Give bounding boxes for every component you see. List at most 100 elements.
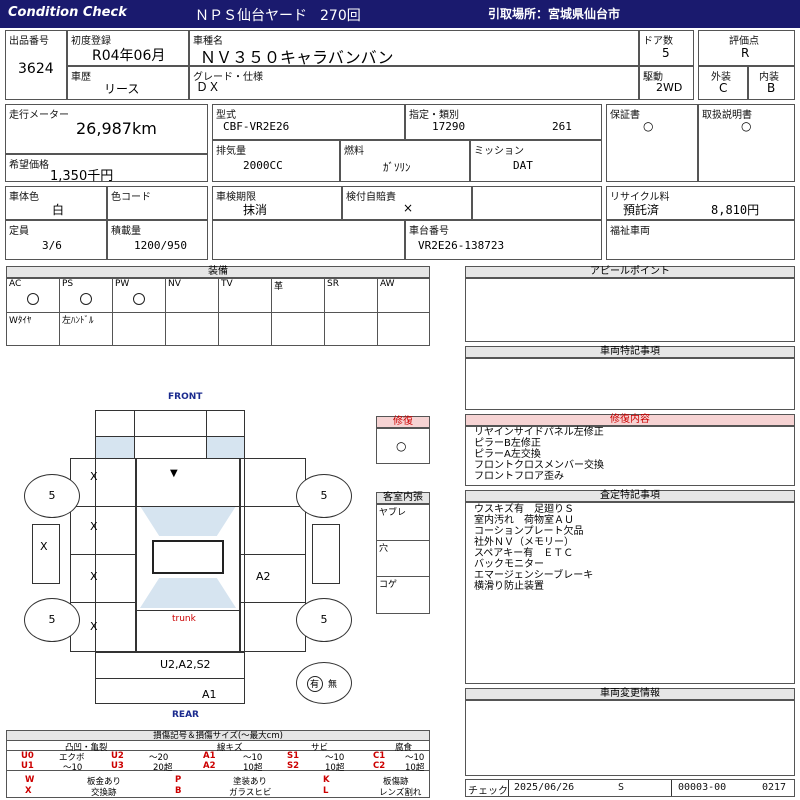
price-label: 希望価格 [9, 160, 49, 171]
capacity-value: 3/6 [42, 239, 62, 252]
disp-value: 2000CC [243, 159, 283, 172]
check-divider-2 [671, 780, 672, 796]
tire-front-left: 5 [24, 474, 80, 518]
mission-label: ミッション [474, 146, 524, 157]
legend-row-3: W 板金あり P 塗装あり K 板傷跡 [7, 775, 429, 787]
legend-text: 交換跡 [91, 788, 117, 798]
equip-cell-aw: AW [378, 279, 430, 313]
history-label: 車歴 [71, 72, 91, 83]
repair-flag-box: ○ [376, 428, 430, 464]
load-box: 積載量 1200/950 [107, 220, 208, 260]
load-value: 1200/950 [134, 239, 187, 252]
repair-title-text: 修復内容 [610, 414, 650, 425]
check-bar: チェック 2025/06/26 S 00003-00 0217 [465, 779, 795, 797]
inspect-box: ウスキズ有 足廻りＳ 室内汚れ 荷物室ＡＵ コーションプレート欠品 社外ＮＶ（メ… [465, 502, 795, 684]
manual-box: 取扱説明書 ○ [698, 104, 795, 182]
odo-value: 26,987km [76, 119, 157, 138]
mission-value: DAT [513, 159, 533, 172]
recycle-box: リサイクル料 預託済 8,810円 [606, 186, 795, 220]
legend-code: U3 [111, 761, 124, 771]
inspect-item: エマージェンシーブレーキ [474, 570, 594, 581]
trunk-label: trunk [172, 614, 196, 624]
change-title: 車両変更情報 [465, 688, 795, 700]
fuel-box: 燃料 ｶﾞｿﾘﾝ [340, 140, 470, 182]
equip-cell-e4 [272, 313, 325, 346]
welfare-box: 福祉車両 [606, 220, 795, 260]
inspect-item: スペアキー有 ＥＴＣ [474, 548, 574, 559]
repair-item: ピラーA左交換 [474, 449, 541, 460]
equip-mark-ac [27, 293, 39, 305]
colorcode-label: 色コード [111, 192, 151, 203]
right-mirror [312, 524, 340, 584]
inspect-item: 横滑り防止装置 [474, 581, 544, 592]
sheet-title: Condition Check [8, 5, 127, 20]
appeal-title: アピールポイント [465, 266, 795, 278]
warranty-label: 保証書 [610, 110, 640, 121]
legend-text: 10超 [405, 763, 425, 773]
fuel-label: 燃料 [344, 146, 364, 157]
right-div-1 [240, 506, 306, 507]
doors-value: 5 [662, 46, 670, 60]
repair-title: 修復内容 [465, 414, 795, 426]
equip-label-pw: PW [115, 279, 130, 289]
cabin-cell: 穴 [377, 541, 429, 577]
session-number: 270回 [320, 8, 361, 24]
front-label: FRONT [168, 392, 203, 402]
insurance-value: × [403, 201, 414, 215]
legend-code: U1 [21, 761, 34, 771]
legend-code: W [25, 775, 35, 785]
cabin-box: ヤブレ 穴 コゲ [376, 504, 430, 614]
equip-cell-leather: 革 [272, 279, 325, 313]
legend-code: S1 [287, 751, 300, 761]
type-value: CBF-VR2E26 [223, 120, 290, 133]
legend-row-1: U0 エクボ U2 〜20 A1 〜10 S1 〜10 C1 〜10 [7, 751, 429, 763]
color-value: 白 [52, 203, 65, 217]
right-div-2 [240, 554, 306, 555]
score-box: 評価点 R [698, 30, 795, 66]
chassis-box: 車台番号 VR2E26-138723 [405, 220, 602, 260]
equip-cell-e3 [219, 313, 272, 346]
capacity-label: 定員 [9, 226, 29, 237]
legend-title: 損傷記号＆損傷サイズ(〜最大cm) [7, 731, 429, 741]
type-box: 型式 CBF-VR2E26 [212, 104, 405, 140]
class-value-2: 261 [552, 120, 572, 133]
insurance-label: 検付自賠責 [346, 192, 396, 203]
legend-code: L [323, 786, 329, 796]
doors-label: ドア数 [643, 36, 673, 47]
int-box: 内装 B [748, 66, 795, 100]
mark-left-3: X [90, 570, 98, 583]
header-bar: Condition Check ＮＰＳ仙台ヤード 270回 引取場所：宮城県仙台… [0, 0, 800, 28]
disp-label: 排気量 [216, 146, 246, 157]
front-bumper-line [95, 436, 245, 437]
check-divider-1 [508, 780, 509, 796]
legend-code: K [323, 775, 330, 785]
recycle-status: 預託済 [623, 203, 660, 217]
rear-label: REAR [172, 710, 199, 720]
int-value: B [767, 81, 776, 95]
inspect-list: ウスキズ有 足廻りＳ 室内汚れ 荷物室ＡＵ コーションプレート欠品 社外ＮＶ（メ… [474, 504, 593, 592]
legend-code: C2 [373, 761, 386, 771]
inspect-item: 室内汚れ 荷物室ＡＵ [474, 515, 574, 526]
left-div-1 [70, 506, 136, 507]
legend-row-4: X 交換跡 B ガラスヒビ L レンズ割れ [7, 786, 429, 798]
check-num-1: 00003-00 [678, 782, 727, 793]
disp-box: 排気量 2000CC [212, 140, 340, 182]
equip-label-ac: AC [9, 279, 22, 289]
warranty-box: 保証書 ○ [606, 104, 698, 182]
left-div-3 [70, 602, 136, 603]
lot-box: 出品番号 3624 [5, 30, 67, 100]
inspect-item: コーションプレート欠品 [474, 526, 584, 537]
front-light-left [96, 436, 134, 458]
legend-code: S2 [287, 761, 300, 771]
cabin-item: 穴 [379, 544, 389, 554]
legend-code: C1 [373, 751, 386, 761]
spare-indicator: 有 無 [296, 662, 352, 704]
repair-flag-value: ○ [396, 439, 407, 453]
special-box [465, 358, 795, 410]
warranty-value: ○ [643, 119, 654, 133]
cabin-cell: ヤブレ [377, 505, 429, 541]
equip-label-aw: AW [380, 279, 395, 289]
pickup-location: 引取場所：宮城県仙台市 [488, 7, 621, 21]
drive-value: 2WD [656, 81, 683, 94]
grade-box: グレード・仕様 ＤＸ [189, 66, 639, 100]
